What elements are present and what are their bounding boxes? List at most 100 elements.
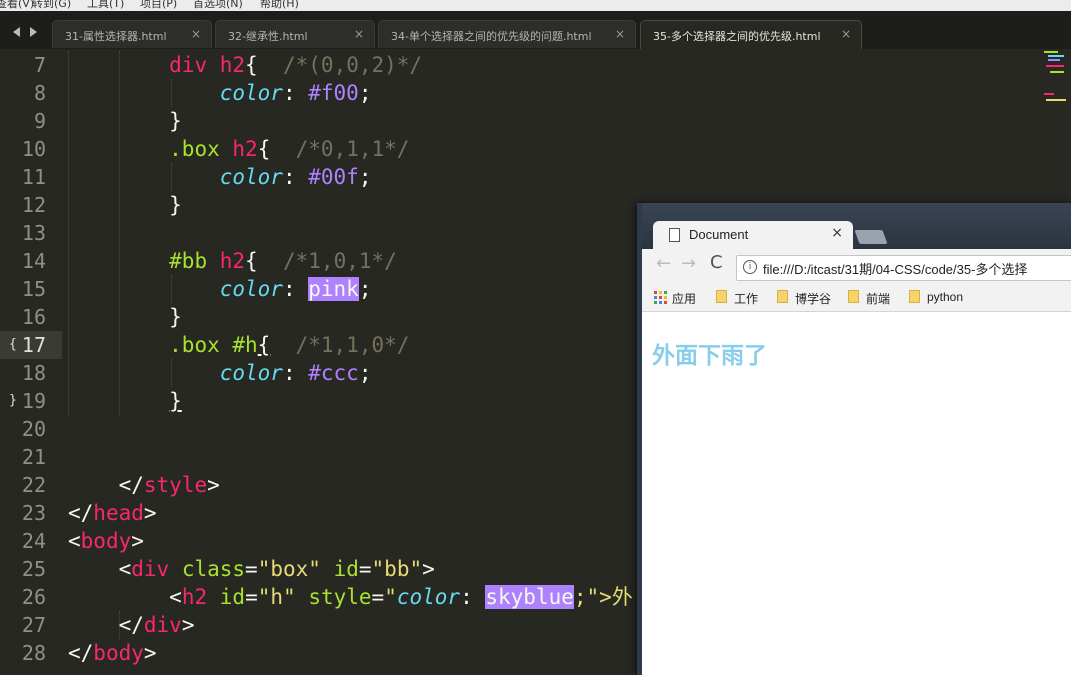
menu-bar: 查看(V) 转到(G) 工具(T) 项目(P) 首选项(N) 帮助(H) [0, 0, 1071, 11]
line-number: 28 [21, 641, 46, 665]
css-property: color [219, 361, 283, 385]
line-number: 9 [33, 109, 46, 133]
html-attr-value: "box" [257, 557, 321, 581]
line-number: 12 [21, 193, 46, 217]
minimap-line [1044, 93, 1054, 95]
menu-help[interactable]: 帮助(H) [260, 0, 299, 11]
tab-inheritance[interactable]: 32-继承性.html × [215, 20, 375, 48]
menu-view[interactable]: 查看(V) [0, 0, 34, 11]
code-line-12: } [68, 191, 182, 219]
browser-window[interactable]: Document × ← → C i file:///D:/itcast/31期… [637, 203, 1071, 675]
fold-open-icon[interactable]: { [9, 331, 17, 359]
bookmark-work[interactable]: 工作 [712, 289, 770, 306]
line-number: 7 [33, 53, 46, 77]
css-selector: div [169, 53, 208, 77]
css-value: #ccc [308, 361, 359, 385]
line-number: 14 [21, 249, 46, 273]
bookmark-frontend[interactable]: 前端 [844, 289, 902, 306]
forward-icon[interactable]: → [681, 253, 696, 274]
line-number: 8 [33, 81, 46, 105]
line-number: 16 [21, 305, 46, 329]
tag-bracket: > [143, 501, 157, 525]
browser-tab[interactable]: Document × [653, 221, 853, 250]
code-line-27: </div> [68, 611, 195, 639]
menu-preferences[interactable]: 首选项(N) [193, 0, 243, 11]
line-number: 20 [21, 417, 46, 441]
tag-bracket: < [68, 529, 81, 553]
tab-single-selector-priority[interactable]: 34-单个选择器之间的优先级的问题.html × [378, 20, 636, 48]
brace: { [257, 137, 271, 161]
line-number: 10 [21, 137, 46, 161]
fold-close-icon[interactable]: } [9, 387, 17, 415]
new-tab-button[interactable] [854, 230, 888, 244]
code-line-25: <div class="box" id="bb"> [118, 557, 435, 581]
minimap-line [1044, 51, 1058, 53]
css-property: color [219, 81, 283, 105]
tag-bracket: > [207, 473, 220, 497]
bookmark-label: 博学谷 [795, 292, 832, 306]
tab-close-icon[interactable]: × [615, 27, 625, 41]
browser-titlebar[interactable]: Document × [637, 203, 1071, 250]
browser-tab-close-icon[interactable]: × [831, 225, 843, 241]
code-tail: ;">外 [573, 585, 633, 609]
html-attr: style [308, 585, 372, 609]
css-selector: #bb [169, 249, 208, 273]
code-line-19: } [68, 387, 182, 415]
tag-bracket: </ [118, 613, 144, 637]
menu-project[interactable]: 项目(P) [140, 0, 177, 11]
address-bar[interactable]: i file:///D:/itcast/31期/04-CSS/code/35-多… [736, 255, 1071, 281]
line-number-current: 17 [21, 333, 46, 357]
minimap-line [1048, 55, 1064, 57]
html-tag: div [131, 557, 170, 581]
bookmark-apps[interactable]: 应用 [650, 289, 710, 306]
html-tag: h2 [181, 585, 208, 609]
info-icon[interactable]: i [743, 260, 757, 274]
bookmark-label: python [927, 290, 964, 304]
menu-tools[interactable]: 工具(T) [87, 0, 124, 11]
bookmark-boxuegu[interactable]: 博学谷 [773, 289, 839, 306]
bookmark-python[interactable]: python [905, 289, 975, 305]
semicolon: ; [358, 81, 372, 105]
tab-scroll-right-icon[interactable] [30, 27, 37, 37]
tab-multiple-selector-priority[interactable]: 35-多个选择器之间的优先级.html × [640, 20, 862, 49]
code-line-8: color: #f00; [219, 81, 372, 105]
tag-bracket: < [118, 557, 132, 581]
url-text[interactable]: file:///D:/itcast/31期/04-CSS/code/35-多个选… [763, 259, 1027, 278]
menu-goto[interactable]: 转到(G) [32, 0, 71, 11]
html-tag: div [143, 613, 182, 637]
tab-close-icon[interactable]: × [191, 27, 201, 41]
reload-icon[interactable]: C [710, 252, 723, 273]
code-line-16: } [68, 303, 182, 331]
minimap-line [1048, 59, 1060, 61]
tab-label: 32-继承性.html [228, 30, 308, 43]
colon: : [460, 585, 473, 609]
semicolon: ; [358, 277, 372, 301]
code-line-14: #bb h2{ /*1,0,1*/ [68, 247, 397, 275]
tab-label: 34-单个选择器之间的优先级的问题.html [391, 30, 592, 43]
code-line-17: .box #h{ /*1,1,0*/ [68, 331, 409, 359]
apps-icon [654, 291, 668, 305]
minimap[interactable] [1040, 49, 1071, 109]
back-icon[interactable]: ← [656, 253, 671, 274]
line-number: 11 [21, 165, 46, 189]
code-line-9: } [68, 107, 182, 135]
line-number: 18 [21, 361, 46, 385]
semicolon: ; [358, 361, 372, 385]
tab-attribute-selector[interactable]: 31-属性选择器.html × [52, 20, 212, 48]
folder-icon [777, 290, 788, 303]
brace-matched: } [169, 389, 182, 413]
tab-close-icon[interactable]: × [354, 27, 364, 41]
css-tag: h2 [219, 249, 246, 273]
css-selector: .box #h [169, 333, 258, 357]
line-number: 27 [21, 613, 46, 637]
folder-icon [716, 290, 727, 303]
brace-matched: { [257, 333, 271, 357]
html-tag: body [93, 641, 144, 665]
code-line-15: color: pink; [219, 277, 372, 301]
tab-scroll-left-icon[interactable] [13, 27, 20, 37]
html-attr: id [219, 585, 246, 609]
tab-close-icon[interactable]: × [841, 27, 851, 41]
line-number: 21 [21, 445, 46, 469]
comment: /*1,0,1*/ [283, 249, 397, 273]
comment: /*(0,0,2)*/ [283, 53, 423, 77]
